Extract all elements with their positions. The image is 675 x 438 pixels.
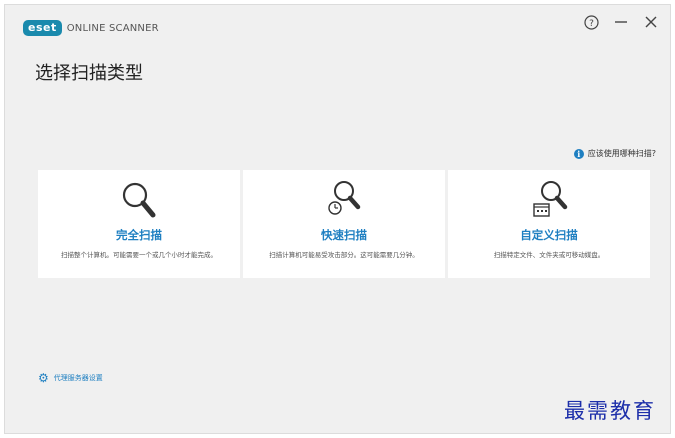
app-window: eset ONLINE SCANNER ? 选择扫描类型 i 应该使用哪种扫描?… (4, 4, 671, 434)
quick-scan-title: 快速扫描 (321, 228, 367, 242)
quick-scan-card[interactable]: 快速扫描 扫描计算机可能易受攻击部分。这可能需要几分钟。 (243, 170, 445, 278)
custom-scan-card[interactable]: 自定义扫描 扫描特定文件、文件夹或可移动媒盘。 (448, 170, 650, 278)
help-circle-icon[interactable]: ? (580, 11, 602, 33)
custom-scan-icon (448, 177, 650, 225)
full-scan-desc: 扫描整个计算机。可能需要一个或几个小时才能完成。 (61, 251, 217, 259)
proxy-settings-link[interactable]: ⚙ 代理服务器设置 (38, 371, 103, 385)
full-scan-title: 完全扫描 (116, 228, 162, 242)
close-icon[interactable] (640, 11, 662, 33)
custom-scan-desc: 扫描特定文件、文件夹或可移动媒盘。 (493, 251, 605, 259)
product-name: ONLINE SCANNER (66, 22, 159, 34)
window-controls: ? (572, 11, 662, 33)
help-link-label: 应该使用哪种扫描? (587, 149, 656, 158)
svg-text:?: ? (589, 19, 594, 29)
gear-icon: ⚙ (38, 371, 49, 385)
minimize-icon[interactable] (610, 11, 632, 33)
which-scan-help-link[interactable]: i 应该使用哪种扫描? (573, 148, 656, 159)
scan-type-cards: 完全扫描 扫描整个计算机。可能需要一个或几个小时才能完成。 快速扫描 扫描计算机… (38, 170, 653, 278)
quick-scan-desc: 扫描计算机可能易受攻击部分。这可能需要几分钟。 (269, 251, 419, 259)
logo-badge: eset (23, 20, 62, 36)
quick-scan-icon (243, 177, 445, 225)
magnifier-icon (38, 177, 240, 225)
info-icon: i (573, 148, 584, 159)
eset-logo: eset ONLINE SCANNER (23, 20, 159, 36)
page-title: 选择扫描类型 (35, 63, 143, 84)
watermark-text: 最需教育 (564, 399, 656, 423)
proxy-settings-label: 代理服务器设置 (53, 374, 103, 382)
custom-scan-title: 自定义扫描 (520, 228, 578, 242)
full-scan-card[interactable]: 完全扫描 扫描整个计算机。可能需要一个或几个小时才能完成。 (38, 170, 240, 278)
